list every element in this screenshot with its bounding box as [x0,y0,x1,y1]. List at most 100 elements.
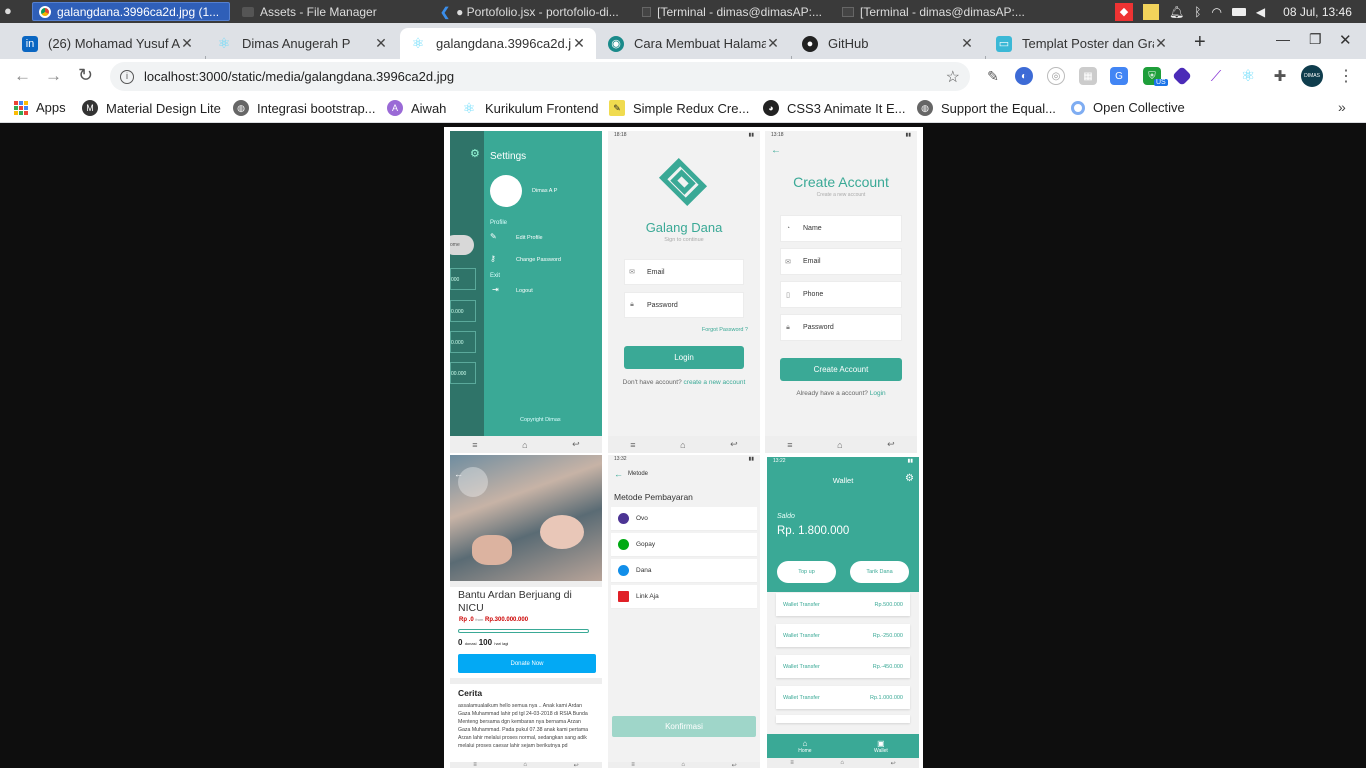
taskbar-label: [Terminal - dimas@dimasAP:... [657,4,822,19]
reload-button[interactable]: ↻ [78,65,93,86]
apple-menu-icon[interactable]: ● [4,3,18,19]
bookmark-mdl[interactable]: M Material Design Lite [82,100,221,116]
info-icon[interactable]: i [120,69,134,84]
notes-icon[interactable] [1143,3,1159,20]
android-nav-bar: ≡ ⌂ ↩ [450,762,602,768]
bookmark-redux[interactable]: ✎ Simple Redux Cre... [609,100,749,116]
bookmark-label: CSS3 Animate It E... [787,100,906,116]
close-icon[interactable]: ✕ [766,35,780,52]
taskbar-label: Assets - File Manager [260,4,377,19]
profile-avatar[interactable]: DIMAS [1301,65,1323,87]
bookmark-css3-animate[interactable]: ◕ CSS3 Animate It E... [763,100,906,116]
bookmark-bootstrap[interactable]: ◍ Integrasi bootstrap... [233,100,376,116]
taskbar-item-terminal-2[interactable]: [Terminal - dimas@dimasAP:... [836,2,1032,21]
volume-icon[interactable]: ◀︎ [1256,5,1265,19]
taskbar-item-terminal-1[interactable]: [Terminal - dimas@dimasAP:... [636,2,828,21]
taskbar-item-vscode[interactable]: ❮ ● Portofolio.jsx - portofolio-di... [434,2,634,21]
diamond-extension-icon[interactable] [1172,66,1192,86]
bottom-tab-bar: ⌂ Home ▣ Wallet [767,734,919,758]
menu-icon: ≡ [787,439,793,450]
anydesk-icon[interactable]: ◆ [1115,2,1133,21]
bookmark-apps[interactable]: Apps [14,100,66,115]
underlying-page-peek: ome 000 0.000 0.000 00.000 [450,131,484,436]
wallet-icon: ▣ [877,738,885,748]
react-devtools-icon[interactable]: ⚛ [1239,67,1257,85]
close-icon[interactable]: ✕ [572,35,586,52]
clock[interactable]: 08 Jul, 13:46 [1283,5,1352,19]
react-icon: ⚛ [462,99,476,116]
bookmark-label: Open Collective [1093,100,1185,115]
grid-extension-icon[interactable]: ▦ [1079,67,1097,85]
forgot-password-link: Forgot Password ? [701,327,748,333]
js-icon: ✎ [609,100,625,116]
withdraw-button: Tarik Dana [850,561,909,583]
ovo-icon [618,513,629,524]
compass-extension-icon[interactable]: ◐ [1015,67,1033,85]
screen-settings: ome 000 0.000 0.000 00.000 ⚙ Settings Di… [450,131,602,453]
progress-bar [458,629,589,633]
url-text[interactable]: localhost:3000/static/media/galangdana.3… [144,69,946,84]
tab-cara-membuat[interactable]: ◉ Cara Membuat Halama ✕ [598,28,790,59]
battery-icon[interactable] [1231,7,1246,16]
bookmark-kurikulum[interactable]: ⚛ Kurikulum Frontend [461,99,599,116]
gopay-icon [618,539,629,550]
tab-canva[interactable]: ▭ Templat Poster dan Gra ✕ [986,28,1178,59]
feather-extension-icon[interactable]: ⟋ [1207,67,1225,85]
tab-title: galangdana.3996ca2d.j [436,36,572,51]
close-icon[interactable]: ✕ [1154,35,1168,52]
translate-extension-icon[interactable]: G [1110,67,1128,85]
taskbar-item-files[interactable]: Assets - File Manager [236,2,426,21]
more-bookmarks-chevron-icon[interactable]: » [1338,99,1346,115]
window-close-button[interactable]: ✕ [1339,31,1352,49]
displayed-image[interactable]: ome 000 0.000 0.000 00.000 ⚙ Settings Di… [444,127,923,768]
wifi-icon[interactable]: ◠ [1211,5,1221,19]
user-name: Dimas A P [532,188,558,194]
close-icon[interactable]: ✕ [374,35,388,52]
canva-icon: ▭ [996,35,1012,52]
drawer-title: Settings [490,151,527,162]
phone-field: ▯ Phone [780,281,902,308]
topup-button: Top up [777,561,836,583]
browser-toolbar: ← → ↻ i localhost:3000/static/media/gala… [0,59,1366,94]
close-icon[interactable]: ✕ [180,35,194,52]
create-account-button: Create Account [780,358,902,381]
camera-extension-icon[interactable]: ◎ [1047,67,1065,85]
tab-portfolio[interactable]: ⚛ Dimas Anugerah P ✕ [206,28,398,59]
extensions-puzzle-icon[interactable]: ✚ [1271,67,1289,85]
transaction-row: Wallet Transfer Rp.500.000 [776,593,910,616]
minimize-button[interactable]: — [1276,31,1290,47]
eyedropper-extension-icon[interactable]: ✎ [984,67,1002,85]
home-icon: ⌂ [840,760,845,766]
section-label: Profile [490,220,508,226]
screen-register: 13:18 ▮▮ ← Create Account Create a new ac… [765,131,917,453]
terminal-icon [642,6,652,17]
tab-image-current[interactable]: ⚛ galangdana.3996ca2d.j ✕ [400,28,596,59]
browser-tab-strip: in (26) Mohamad Yusuf Ac ✕ ⚛ Dimas Anuge… [0,23,1366,74]
bell-icon[interactable]: 🔔︎ [1169,5,1184,19]
tab-linkedin[interactable]: in (26) Mohamad Yusuf Ac ✕ [12,28,204,59]
tab-github[interactable]: ● GitHub ✕ [792,28,984,59]
bookmark-support-equal[interactable]: ◍ Support the Equal... [917,100,1056,116]
close-icon[interactable]: ✕ [960,35,974,52]
bookmark-open-collective[interactable]: Open Collective [1071,100,1185,115]
restore-button[interactable]: ❐ [1309,31,1322,48]
menu-kebab-icon[interactable]: ⋮ [1338,66,1354,86]
gear-icon: ⚙ [470,148,480,160]
taskbar-label: ● Portofolio.jsx - portofolio-di... [456,4,619,19]
tab-home: ⌂ Home [798,738,812,754]
bookmark-star-icon[interactable]: ☆ [946,67,960,87]
name-field: ◔ Name [780,215,902,242]
back-arrow-icon: ← [771,145,781,156]
android-nav-bar: ≡ ⌂ ↩ [767,758,919,768]
bookmark-aiwah[interactable]: A Aiwah [387,100,446,116]
login-prompt: Already have a account? Login [796,390,886,397]
password-field: 🔒︎ Password [624,292,744,318]
bluetooth-icon[interactable]: ᛒ [1194,5,1201,19]
address-bar[interactable]: i localhost:3000/static/media/galangdana… [110,62,970,91]
bookmarks-bar: Apps M Material Design Lite ◍ Integrasi … [0,94,1366,123]
forward-button[interactable]: → [45,66,62,86]
taskbar-item-image[interactable]: galangdana.3996ca2d.jpg (1... [32,2,230,21]
new-tab-button[interactable]: + [1194,31,1206,54]
back-icon: ↩ [730,439,738,449]
back-button[interactable]: ← [14,66,31,86]
